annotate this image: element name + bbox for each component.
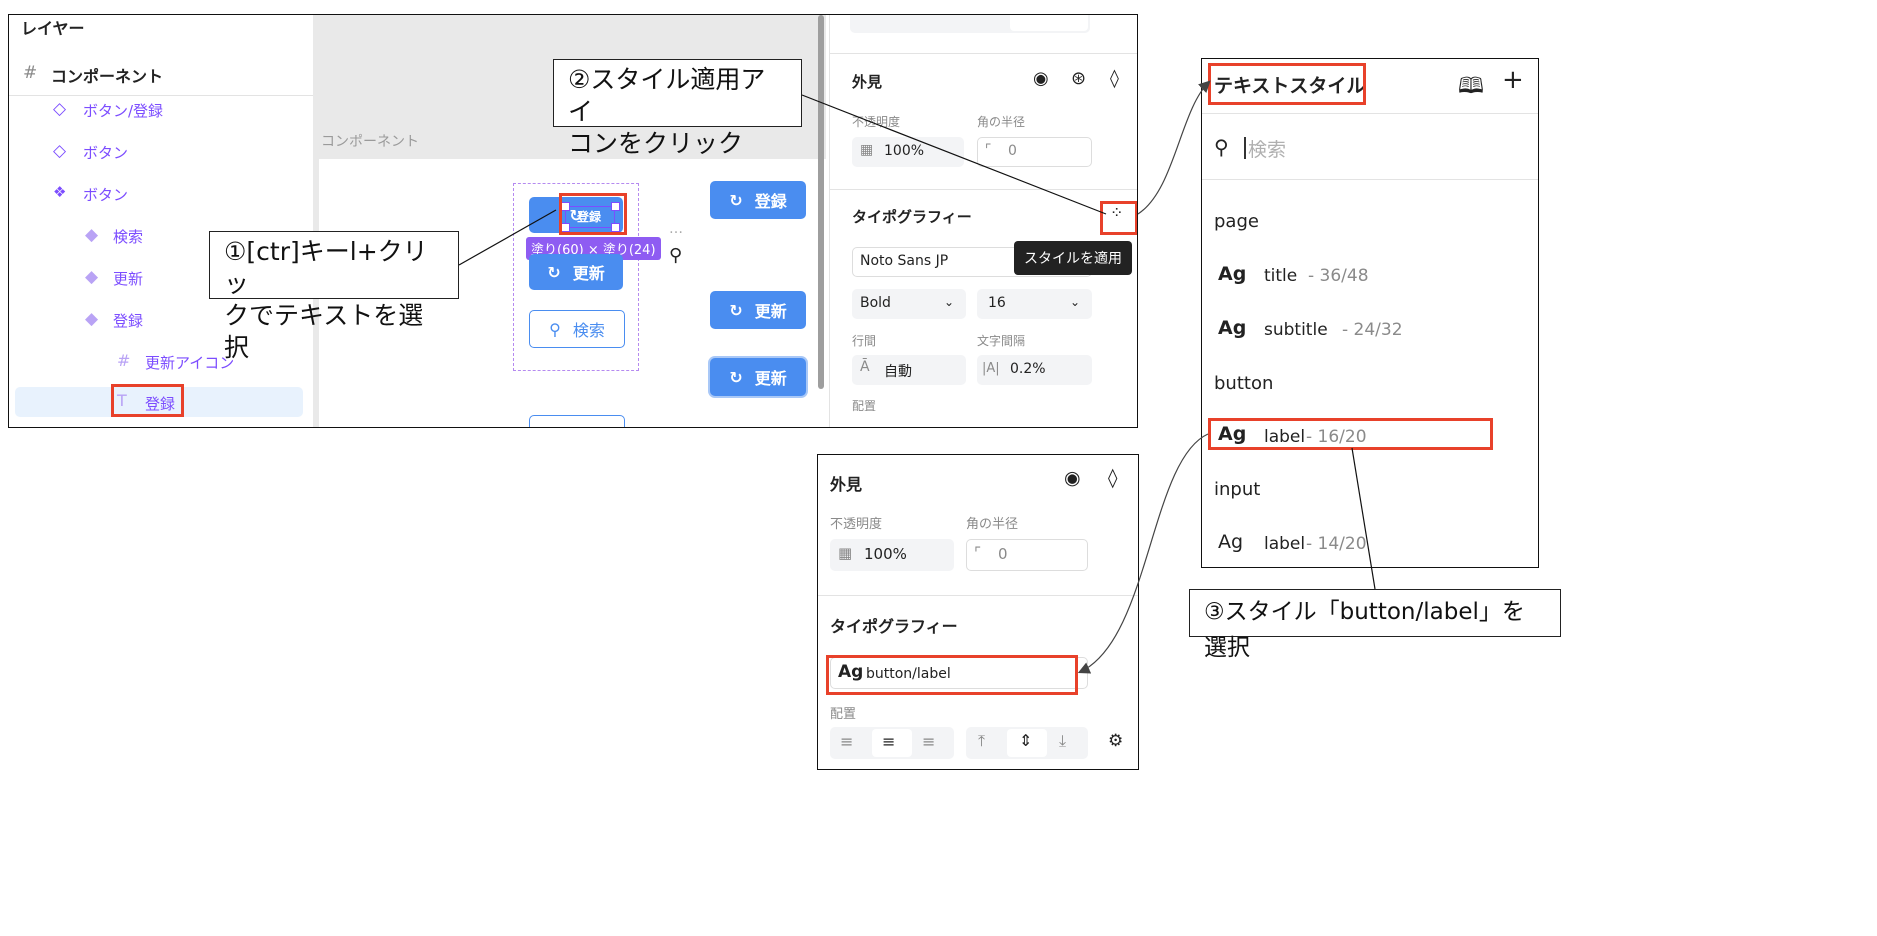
arrow-to-text-styles — [1137, 80, 1211, 215]
connector-lines — [458, 80, 1376, 674]
step1-leader-line — [458, 209, 557, 266]
step2-leader-line — [801, 94, 1107, 215]
step3-leader-line — [1351, 447, 1376, 590]
arrow-to-applied-style — [1077, 433, 1209, 674]
